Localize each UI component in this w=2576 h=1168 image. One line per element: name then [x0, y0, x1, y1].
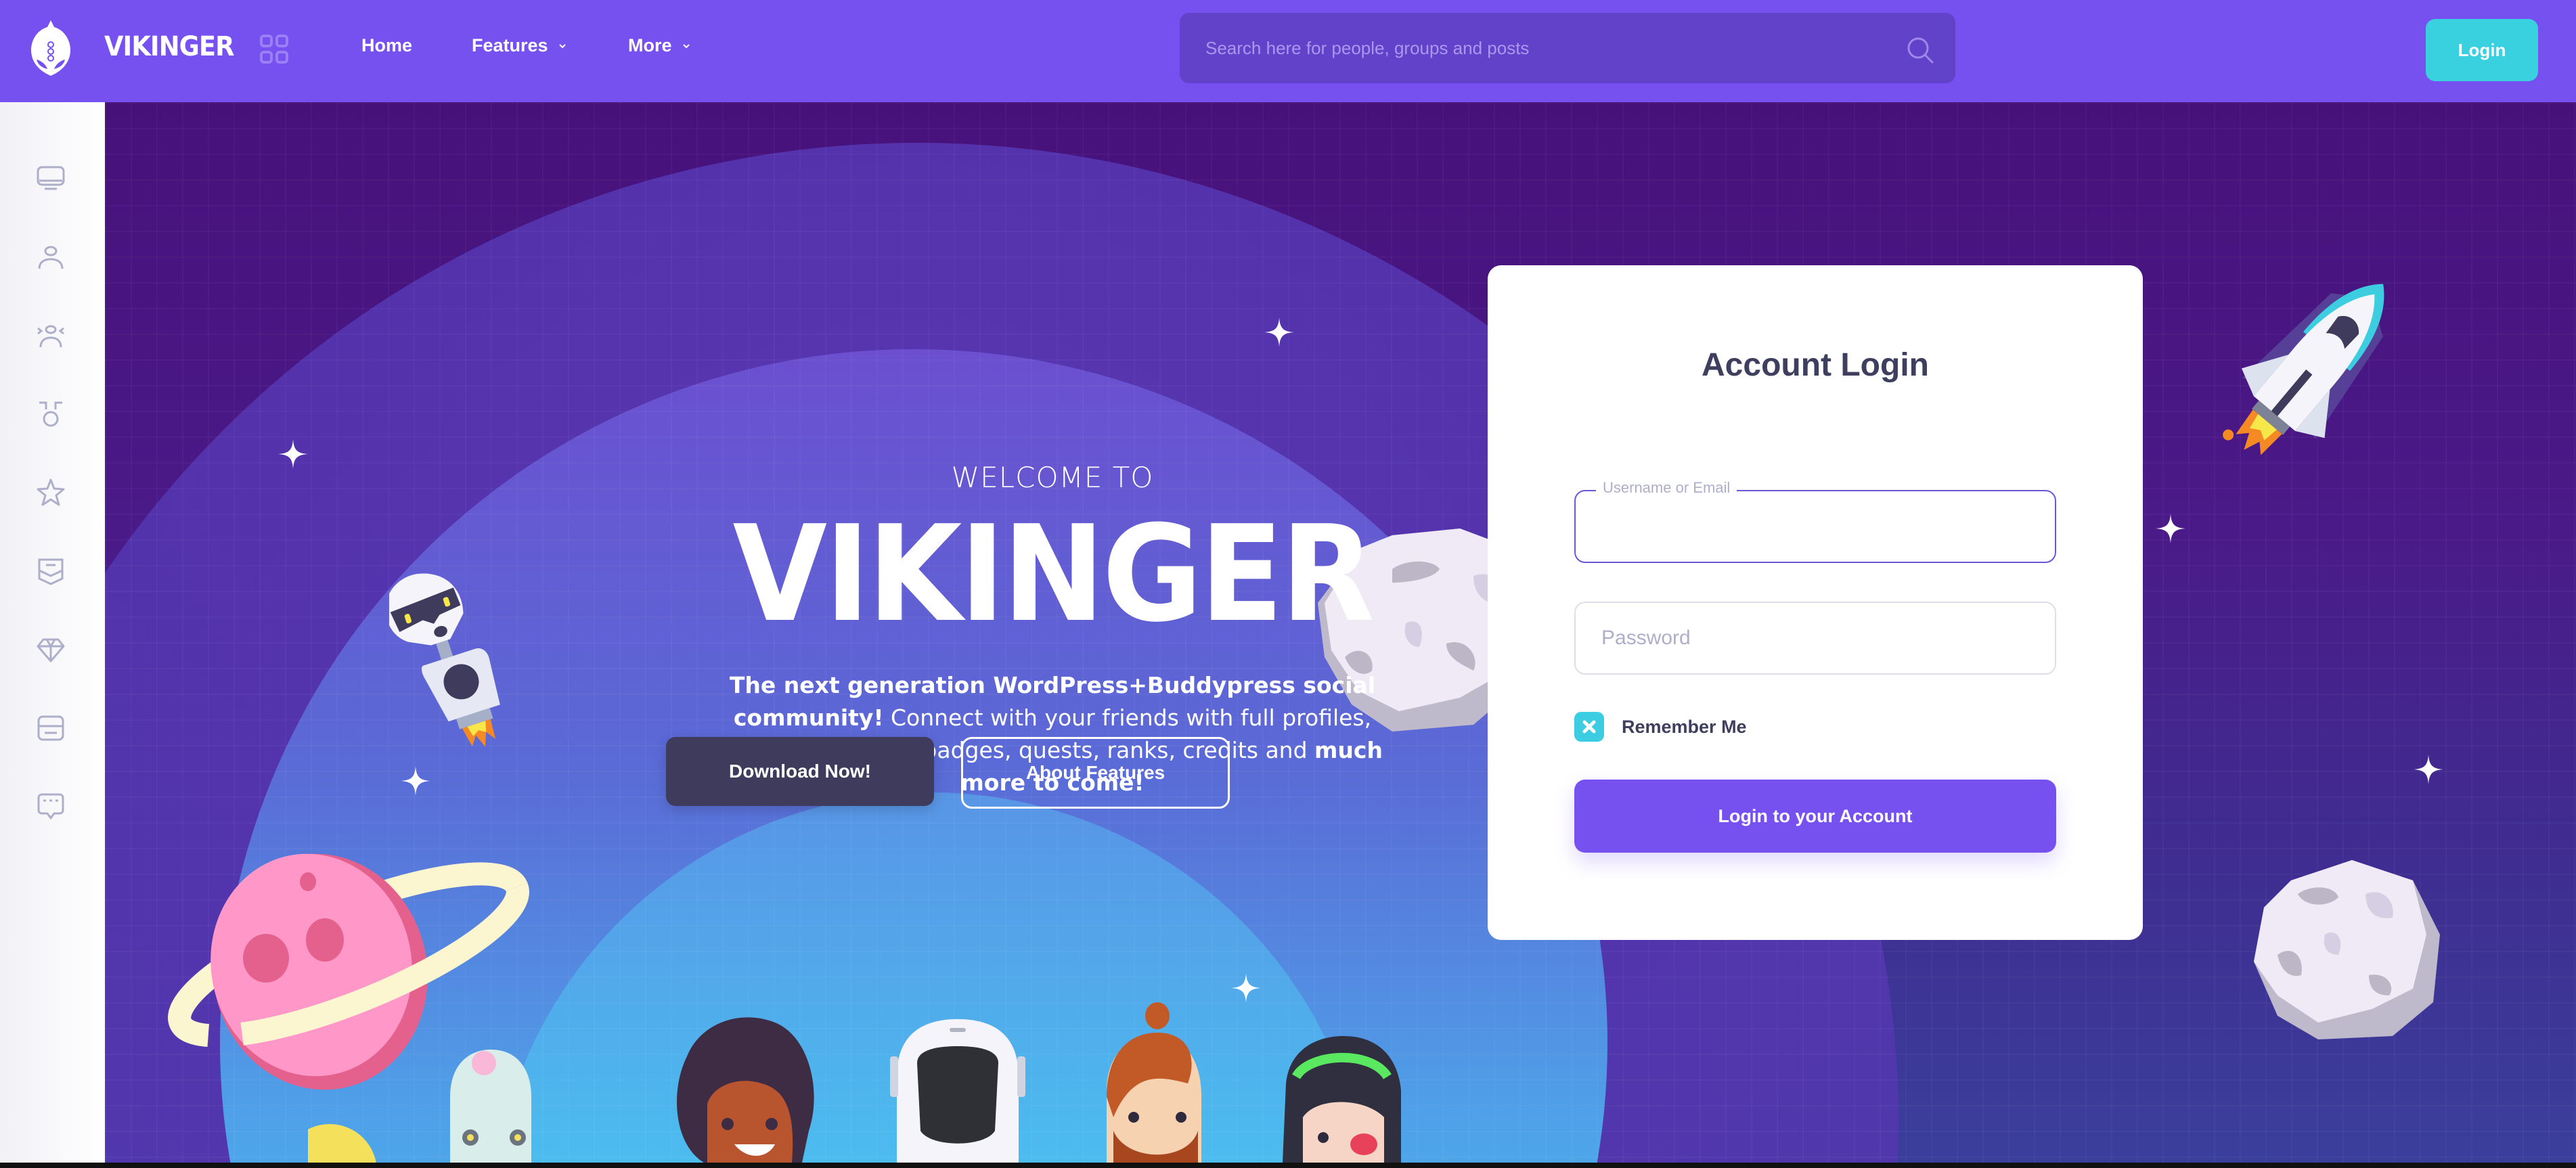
forums-icon[interactable] — [35, 791, 66, 822]
download-now-button[interactable]: Download Now! — [666, 737, 934, 806]
remember-me-checkbox[interactable]: Remember Me — [1574, 712, 1747, 742]
nav-home[interactable]: Home — [361, 35, 412, 56]
login-card: Account Login Username or Email Remember… — [1488, 265, 2143, 940]
robot-illustration — [389, 573, 500, 747]
nav-features[interactable]: Features — [472, 35, 567, 56]
marketplace-icon[interactable] — [35, 713, 66, 744]
header-login-button[interactable]: Login — [2426, 19, 2538, 81]
hero-title: VIKINGER — [732, 497, 1375, 652]
sparkle-star-icon — [278, 439, 308, 469]
groups-icon[interactable] — [35, 320, 66, 351]
sparkle-star-icon — [1264, 317, 1294, 347]
welcome-text: WELCOME TO — [951, 461, 1154, 494]
sparkle-star-icon — [2156, 514, 2185, 543]
username-label: Username or Email — [1596, 479, 1737, 497]
hero-section: WELCOME TO VIKINGER The next generation … — [105, 102, 2576, 1163]
about-features-button[interactable]: About Features — [961, 737, 1230, 809]
vikinger-logo-icon[interactable] — [30, 20, 72, 76]
left-sidebar — [0, 102, 105, 1163]
chevron-down-icon — [558, 43, 566, 48]
brand-name[interactable]: VIKINGER — [104, 31, 234, 62]
search-icon[interactable] — [1905, 35, 1935, 65]
login-submit-button[interactable]: Login to your Account — [1574, 780, 2056, 853]
password-field — [1574, 602, 2056, 675]
ranks-icon[interactable] — [35, 556, 66, 587]
nav-features-label: Features — [472, 35, 548, 55]
checkbox-checked[interactable] — [1574, 712, 1604, 742]
profile-icon[interactable] — [35, 242, 66, 273]
bottom-edge — [0, 1163, 2576, 1168]
badges-icon[interactable] — [35, 399, 66, 430]
asteroid-illustration — [2254, 860, 2440, 1039]
username-field: Username or Email — [1574, 479, 2056, 563]
nav-home-label: Home — [361, 35, 413, 55]
apps-grid-icon[interactable] — [260, 35, 288, 64]
sparkle-star-icon — [2414, 755, 2443, 784]
quests-icon[interactable] — [35, 477, 66, 508]
characters-illustration — [308, 1002, 1401, 1163]
top-header: VIKINGER Home Features More Login — [0, 0, 2576, 102]
username-input[interactable] — [1576, 491, 2055, 562]
check-x-icon — [1582, 720, 1596, 734]
login-title: Account Login — [1702, 347, 1929, 383]
sparkle-star-icon — [401, 766, 430, 796]
chevron-down-icon — [682, 43, 690, 48]
search-input[interactable] — [1205, 13, 1869, 83]
search-bar — [1180, 13, 1955, 83]
newsfeed-icon[interactable] — [35, 163, 66, 194]
rocket-illustration — [2223, 284, 2384, 455]
password-input[interactable] — [1576, 603, 2055, 673]
nav-more[interactable]: More — [628, 35, 691, 56]
remember-me-label: Remember Me — [1622, 716, 1747, 737]
nav-more-label: More — [628, 35, 672, 55]
diamond-icon[interactable] — [35, 634, 66, 665]
